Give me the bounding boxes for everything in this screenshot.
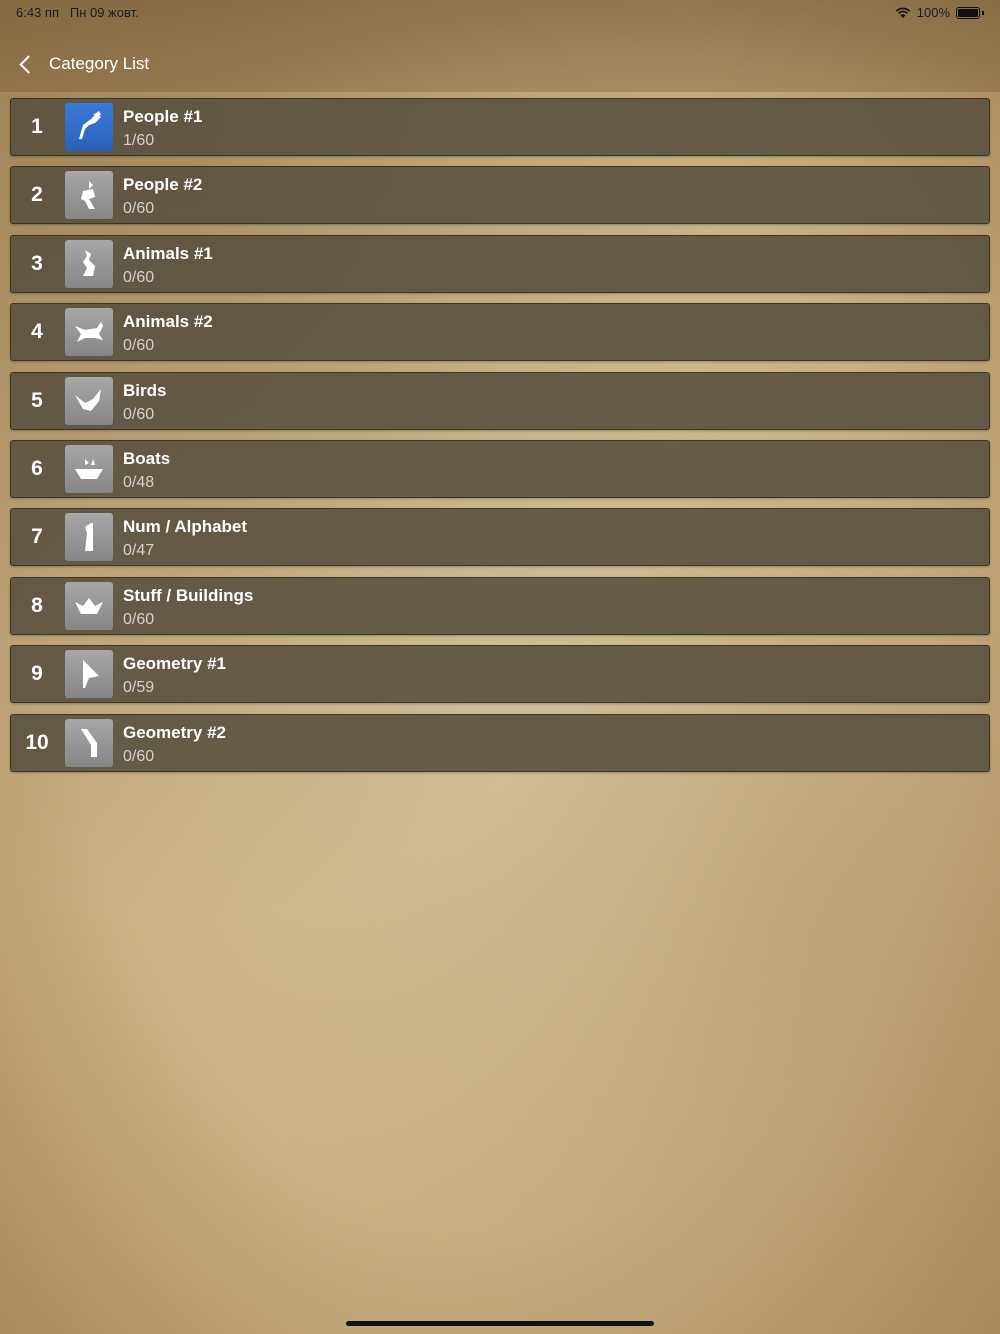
back-label: Category List <box>49 54 150 73</box>
category-title: Animals #2 <box>123 312 213 332</box>
category-number: 7 <box>31 525 43 549</box>
category-row-7[interactable]: 7 Num / Alphabet 0/47 <box>10 508 990 567</box>
category-progress: 0/60 <box>123 200 155 218</box>
category-title: Geometry #2 <box>123 722 226 742</box>
bird-icon <box>65 376 113 425</box>
home-indicator[interactable] <box>346 1321 654 1326</box>
category-row-6[interactable]: 6 Boats 0/48 <box>10 439 990 498</box>
category-progress: 0/60 <box>123 268 155 286</box>
category-number: 2 <box>31 183 43 207</box>
category-title: People #1 <box>123 107 203 126</box>
status-date: Пн 09 жовт. <box>69 5 139 20</box>
running-animal-icon <box>65 308 113 357</box>
category-title: Animals #1 <box>123 243 213 263</box>
number-one-icon <box>65 513 113 562</box>
status-indicators: 100% <box>895 5 984 20</box>
category-progress: 0/60 <box>123 405 155 423</box>
category-row-1[interactable]: 1 People #1 1/60 <box>10 98 990 156</box>
category-row-4[interactable]: 4 Animals #2 0/60 <box>10 303 990 362</box>
sitting-animal-icon <box>65 239 113 288</box>
back-button[interactable]: Category List <box>14 48 174 80</box>
boat-icon <box>65 444 113 493</box>
category-title: Geometry #1 <box>123 654 226 674</box>
battery-tip <box>982 10 984 15</box>
category-number: 5 <box>31 388 43 412</box>
category-title: Num / Alphabet <box>123 517 248 537</box>
arrow-shape-icon <box>65 650 113 699</box>
category-progress: 0/48 <box>123 473 155 491</box>
category-number: 10 <box>25 730 49 754</box>
category-progress: 0/60 <box>123 610 155 628</box>
category-progress: 0/59 <box>123 679 155 697</box>
category-title: Boats <box>123 448 171 468</box>
battery-percent: 100% <box>916 5 950 20</box>
category-progress: 1/60 <box>123 132 155 149</box>
chevron-left-icon <box>19 54 38 74</box>
category-progress: 0/60 <box>123 747 155 765</box>
category-title: People #2 <box>123 175 203 195</box>
running-person-icon <box>65 171 113 220</box>
battery-icon <box>956 6 980 19</box>
status-bar: 6:43 пп Пн 09 жовт. 100% <box>0 0 1000 24</box>
category-number: 3 <box>31 251 43 275</box>
category-number: 6 <box>31 456 43 480</box>
category-number: 1 <box>31 115 43 138</box>
status-time: 6:43 пп <box>16 5 59 20</box>
kicking-person-icon <box>65 103 113 151</box>
category-progress: 0/47 <box>123 542 155 560</box>
category-row-8[interactable]: 8 Stuff / Buildings 0/60 <box>10 576 990 635</box>
status-time-date: 6:43 пп Пн 09 жовт. <box>16 5 139 20</box>
bowl-icon <box>65 581 113 630</box>
category-number: 9 <box>31 662 43 686</box>
category-title: Birds <box>123 380 167 400</box>
category-row-10[interactable]: 10 Geometry #2 0/60 <box>10 713 990 772</box>
category-title: Stuff / Buildings <box>123 585 254 605</box>
slanted-shape-icon <box>65 718 113 767</box>
category-number: 8 <box>31 593 43 617</box>
category-row-2[interactable]: 2 People #2 0/60 <box>10 166 990 225</box>
wifi-icon <box>895 7 910 18</box>
category-row-3[interactable]: 3 Animals #1 0/60 <box>10 234 990 293</box>
category-row-9[interactable]: 9 Geometry #1 0/59 <box>10 645 990 704</box>
category-number: 4 <box>31 320 43 344</box>
category-row-5[interactable]: 5 Birds 0/60 <box>10 371 990 430</box>
category-progress: 0/60 <box>123 337 155 355</box>
category-list: 1 People #1 1/60 2 People #2 0/60 3 Anim… <box>10 98 990 782</box>
